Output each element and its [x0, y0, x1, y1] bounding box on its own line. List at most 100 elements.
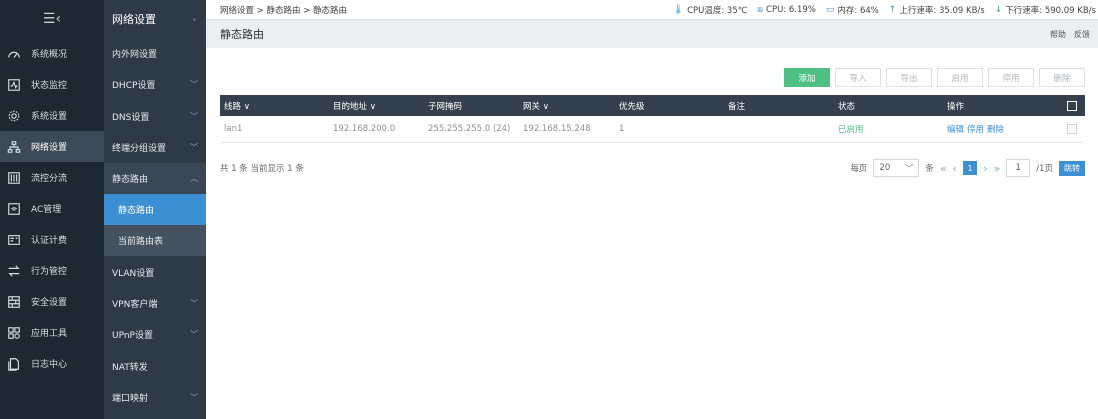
column-header-note: 备注	[728, 101, 746, 112]
nav-item-label: AC管理	[31, 205, 62, 215]
chevron-down-icon: ﹀	[190, 111, 198, 121]
subnav-item-vpn-client[interactable]: VPN客户端 ﹀	[104, 288, 206, 319]
next-page-icon[interactable]: ›	[983, 162, 987, 175]
subnav-item-terminal-group[interactable]: 终端分组设置 ﹀	[104, 132, 206, 163]
auth-card-icon	[6, 232, 22, 248]
secondary-sidebar-header: 网络设置 ‹	[104, 0, 206, 38]
column-header-gateway[interactable]: 网关 ∨	[519, 100, 615, 112]
subnav-label: 静态路由	[112, 175, 149, 186]
checkbox-box[interactable]	[1067, 100, 1077, 111]
subnav-label: 内外网设置	[112, 50, 158, 61]
add-button[interactable]: 添加	[784, 68, 830, 87]
subnav-label: 端口映射	[112, 393, 149, 404]
delete-button[interactable]: 删除	[1039, 68, 1085, 87]
nav-item-label: 系统设置	[31, 112, 68, 122]
column-header-line[interactable]: 线路 ∨	[220, 100, 329, 112]
edit-link[interactable]: 编辑	[947, 123, 964, 135]
column-header-destination[interactable]: 目的地址 ∨	[329, 100, 424, 112]
subnav-item-port-mapping[interactable]: 端口映射 ﹀	[104, 382, 206, 413]
disable-button[interactable]: 停用	[988, 68, 1034, 87]
subnav-child-static-route[interactable]: 静态路由	[104, 194, 206, 226]
nav-item-network[interactable]: 网络设置	[0, 131, 104, 162]
system-stats: 🌡︎ CPU温度: 35℃ ⧈ CPU: 6.19% ▭ 内存: 64% ↑ 上行速率:…	[673, 4, 1098, 16]
first-page-icon[interactable]: «	[940, 162, 947, 175]
checkbox-box[interactable]	[1067, 124, 1077, 134]
nav-item-ac[interactable]: AC管理	[0, 193, 104, 224]
menu-collapse-icon[interactable]: ☰‹	[0, 0, 104, 38]
static-route-table: 线路 ∨ 目的地址 ∨ 子网掩码 网关 ∨ 优先级 备注 状态 操作 lan1 …	[220, 95, 1085, 143]
monitor-icon	[6, 77, 22, 93]
nav-item-auth[interactable]: 认证计费	[0, 224, 104, 255]
record-summary: 共 1 条 当前显示 1 条	[220, 164, 304, 174]
cpu-chip-icon: ⧈	[757, 4, 764, 15]
primary-sidebar: ☰‹ 系统概况 状态监控 系统设置 网络设置 流控分流 AC管理 认证计费 行为…	[0, 0, 104, 419]
subnav-item-vlan[interactable]: VLAN设置	[104, 256, 206, 287]
swap-arrows-icon	[6, 263, 22, 279]
memory-stat: ▭ 内存: 64%	[826, 4, 879, 16]
subnav-child-route-table[interactable]: 当前路由表	[104, 225, 206, 257]
table-row: lan1 192.168.200.0 255.255.255.0 (24) 19…	[220, 116, 1085, 143]
thermometer-icon: 🌡︎	[672, 4, 685, 15]
breadcrumb: 网络设置 > 静态路由 > 静态路由	[220, 5, 348, 16]
nav-item-label: 网络设置	[31, 143, 68, 153]
collapse-left-icon[interactable]: ‹	[193, 15, 196, 24]
gear-icon	[6, 108, 22, 124]
chevron-down-icon: ﹀	[904, 164, 914, 174]
nav-item-flow[interactable]: 流控分流	[0, 162, 104, 193]
top-status-bar: 网络设置 > 静态路由 > 静态路由 🌡︎ CPU温度: 35℃ ⧈ CPU: 6.…	[206, 0, 1098, 20]
nav-item-label: 行为管控	[31, 267, 68, 277]
jump-button[interactable]: 跳转	[1059, 160, 1085, 176]
log-doc-icon	[6, 356, 22, 372]
cpu-value: CPU: 6.19%	[766, 4, 816, 15]
enable-button[interactable]: 启用	[937, 68, 983, 87]
column-header-priority: 优先级	[619, 101, 645, 112]
nav-item-monitor[interactable]: 状态监控	[0, 69, 104, 100]
chevron-up-icon: ︿	[190, 174, 198, 184]
page-title: 静态路由	[220, 28, 264, 41]
nav-item-apps[interactable]: 应用工具	[0, 317, 104, 348]
feedback-link[interactable]: 反馈	[1074, 29, 1090, 40]
cell-gateway: 192.168.15.248	[523, 124, 591, 134]
current-page-button[interactable]: 1	[963, 161, 978, 175]
import-button[interactable]: 导入	[835, 68, 881, 87]
cell-destination: 192.168.200.0	[333, 124, 396, 134]
subnav-item-wan-lan[interactable]: 内外网设置	[104, 38, 206, 69]
subnav-label: DHCP设置	[112, 81, 156, 92]
nav-item-label: 应用工具	[31, 329, 68, 339]
row-checkbox[interactable]	[1055, 124, 1085, 134]
table-header: 线路 ∨ 目的地址 ∨ 子网掩码 网关 ∨ 优先级 备注 状态 操作	[220, 95, 1085, 116]
action-toolbar: 添加 导入 导出 启用 停用 删除	[784, 68, 1085, 87]
nav-item-behavior[interactable]: 行为管控	[0, 255, 104, 286]
subnav-item-dhcp[interactable]: DHCP设置 ﹀	[104, 69, 206, 100]
export-button[interactable]: 导出	[886, 68, 932, 87]
nav-item-security[interactable]: 安全设置	[0, 286, 104, 317]
help-link[interactable]: 帮助	[1050, 29, 1066, 40]
subnav-item-nat[interactable]: NAT转发	[104, 350, 206, 381]
memory-icon: ▭	[825, 4, 835, 15]
page-number-input[interactable]: 1	[1006, 159, 1031, 177]
subnav-label: UPnP设置	[112, 331, 153, 342]
nav-item-logs[interactable]: 日志中心	[0, 348, 104, 379]
cell-priority: 1	[619, 124, 625, 134]
subnav-item-upnp[interactable]: UPnP设置 ﹀	[104, 319, 206, 350]
cell-line: lan1	[224, 124, 243, 134]
page-header: 静态路由 帮助 反馈	[206, 20, 1098, 48]
secondary-sidebar-title: 网络设置	[112, 13, 156, 26]
delete-link[interactable]: 删除	[987, 123, 1004, 135]
prev-page-icon[interactable]: ‹	[953, 162, 957, 175]
select-all-checkbox[interactable]	[1055, 100, 1085, 111]
subnav-item-static-route[interactable]: 静态路由 ︿	[104, 163, 206, 195]
nav-item-overview[interactable]: 系统概况	[0, 38, 104, 69]
nav-item-system[interactable]: 系统设置	[0, 100, 104, 131]
nav-item-label: 流控分流	[31, 174, 68, 184]
per-page-select[interactable]: 20 ﹀	[873, 159, 920, 177]
subnav-label: DNS设置	[112, 112, 150, 123]
nav-item-label: 安全设置	[31, 298, 68, 308]
firewall-icon	[6, 294, 22, 310]
cpu-temp-value: CPU温度: 35℃	[687, 5, 748, 16]
last-page-icon[interactable]: »	[993, 162, 1000, 175]
chevron-down-icon: ﹀	[190, 80, 198, 90]
column-header-actions: 操作	[947, 101, 965, 112]
subnav-item-dns[interactable]: DNS设置 ﹀	[104, 101, 206, 132]
disable-link[interactable]: 停用	[967, 123, 984, 135]
